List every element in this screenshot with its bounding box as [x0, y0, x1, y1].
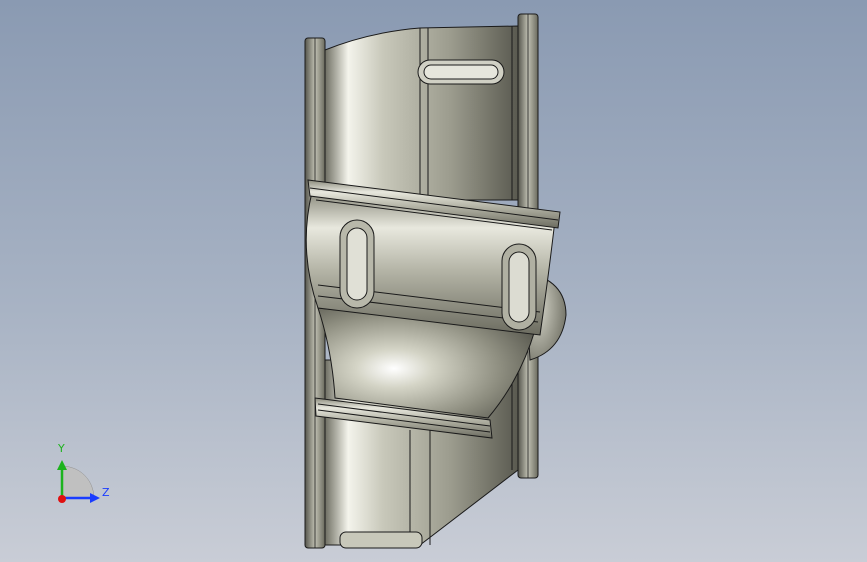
- bottom-slot: [339, 531, 423, 549]
- y-axis-label: Y: [58, 442, 65, 455]
- z-axis-label: Z: [102, 486, 110, 499]
- pipe-fitting-model[interactable]: [0, 0, 867, 562]
- graphics-viewport[interactable]: Y Z: [0, 0, 867, 562]
- axis-triad: Y Z: [50, 440, 120, 510]
